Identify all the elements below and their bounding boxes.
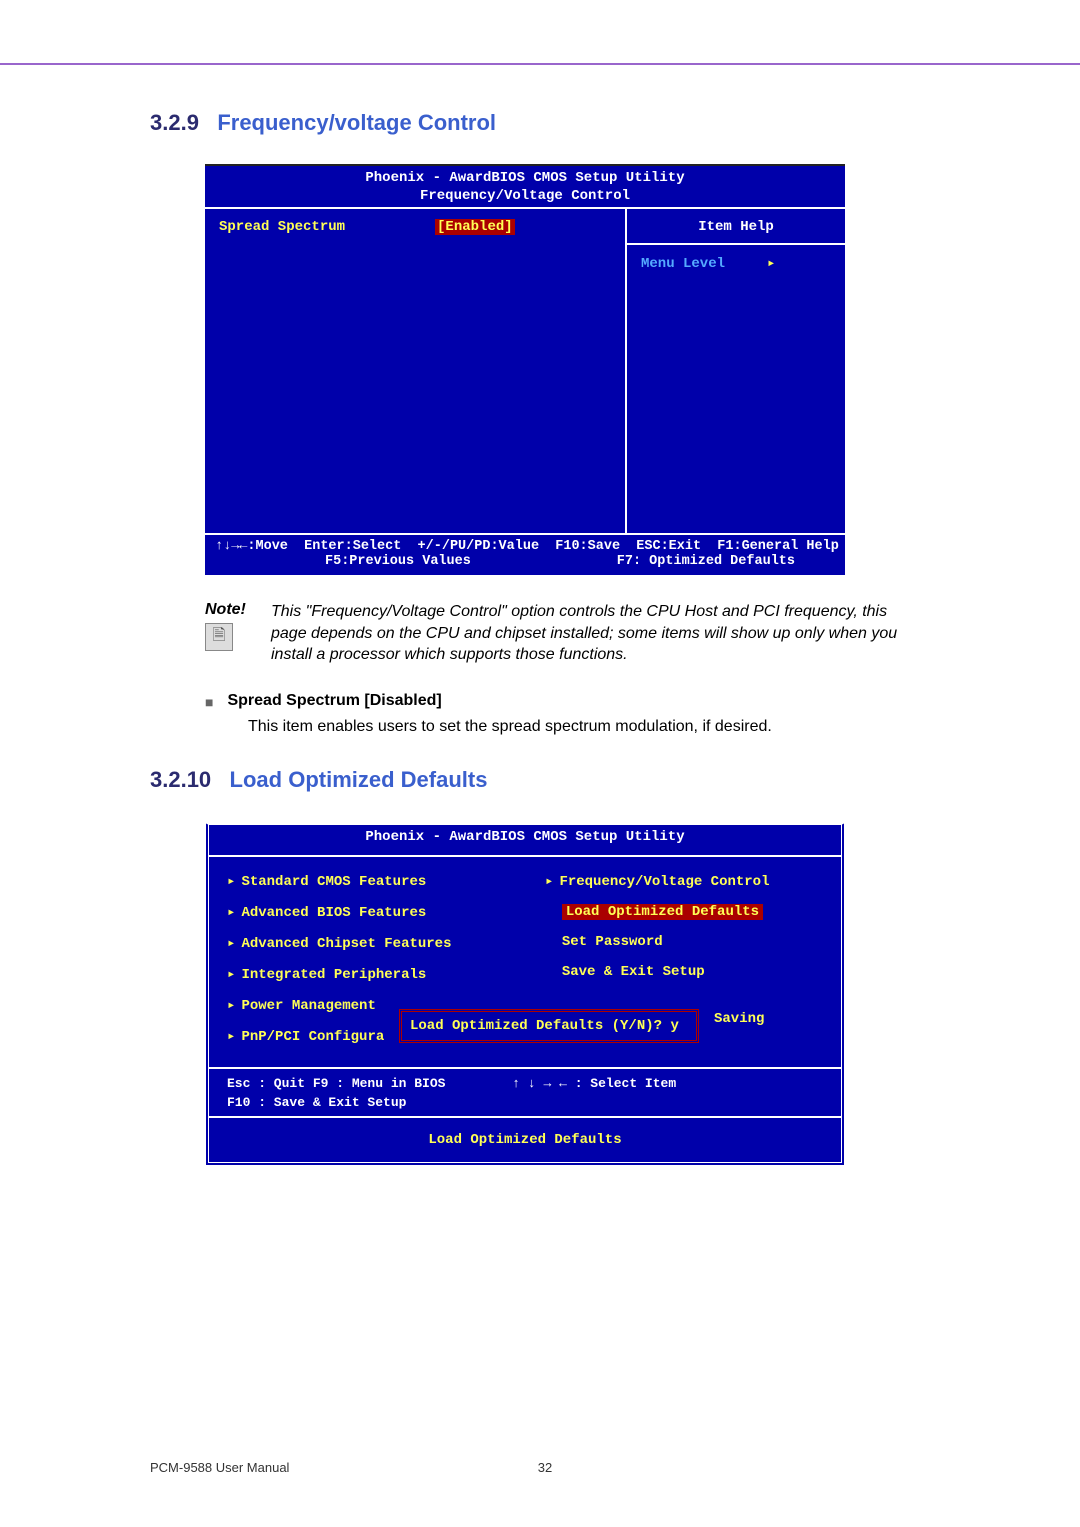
footer-page-number: 32 — [525, 1460, 565, 1475]
triangle-icon: ▸ — [545, 874, 553, 890]
square-bullet-icon: ■ — [205, 694, 213, 710]
note-label: Note! — [205, 601, 253, 619]
menu-item-advanced-chipset: ▸ Advanced Chipset Features — [227, 935, 505, 952]
menu-label: Frequency/Voltage Control — [559, 874, 769, 890]
bios1-title-line2: Frequency/Voltage Control — [205, 188, 845, 206]
triangle-icon: ▸ — [227, 998, 235, 1014]
keys-f10: F10 : Save & Exit Setup — [227, 1094, 823, 1112]
bullet-description: This item enables users to set the sprea… — [248, 716, 940, 738]
triangle-icon: ▸ — [227, 1029, 235, 1045]
menu-item-integrated-peripherals: ▸ Integrated Peripherals — [227, 966, 505, 983]
arrow-right-icon: ▸ — [767, 256, 775, 272]
bios2-title: Phoenix - AwardBIOS CMOS Setup Utility — [209, 825, 841, 857]
setting-value: [Enabled] — [435, 219, 515, 235]
menu-label: Advanced BIOS Features — [241, 905, 426, 921]
bios1-footer: ↑↓→←:Move Enter:Select +/-/PU/PD:Value F… — [205, 535, 845, 575]
menu-item-standard-cmos: ▸ Standard CMOS Features — [227, 873, 505, 890]
bios1-title-line1: Phoenix - AwardBIOS CMOS Setup Utility — [205, 170, 845, 188]
section-heading-load-defaults: 3.2.10 Load Optimized Defaults — [150, 767, 940, 793]
keys-arrows: ↑ ↓ → ← : Select Item — [512, 1075, 676, 1093]
menu-item-save-exit: Save & Exit Setup — [545, 964, 823, 980]
menu-level-label: Menu Level — [641, 256, 725, 272]
item-help-header: Item Help — [627, 209, 845, 245]
menu-label: Standard CMOS Features — [241, 874, 426, 890]
footer-manual-name: PCM-9588 User Manual — [150, 1460, 525, 1475]
bios1-footer-optimized: F7: Optimized Defaults — [617, 554, 795, 569]
bios1-footer-prev: F5:Previous Values — [325, 554, 471, 569]
menu-item-advanced-bios: ▸ Advanced BIOS Features — [227, 904, 505, 921]
bios2-menu-grid: ▸ Standard CMOS Features ▸ Advanced BIOS F… — [209, 857, 841, 1067]
bios-screenshot-main-menu: Phoenix - AwardBIOS CMOS Setup Utility ▸… — [205, 823, 845, 1165]
triangle-icon: ▸ — [227, 936, 235, 952]
bullet-title: Spread Spectrum [Disabled] — [227, 692, 441, 710]
page-footer: PCM-9588 User Manual 32 — [150, 1460, 940, 1475]
triangle-icon: ▸ — [227, 874, 235, 890]
menu-label: Save & Exit Setup — [562, 964, 705, 980]
header-rule — [0, 63, 1080, 65]
bios-screenshot-frequency: Phoenix - AwardBIOS CMOS Setup Utility F… — [205, 164, 845, 575]
triangle-icon: ▸ — [227, 967, 235, 983]
section-number: 3.2.9 — [150, 110, 199, 135]
note-left: Note! 🗎 — [205, 601, 253, 666]
bios2-status-bar: Load Optimized Defaults — [209, 1116, 841, 1162]
setting-label: Spread Spectrum — [219, 219, 345, 235]
section-title: Frequency/voltage Control — [217, 110, 496, 135]
menu-item-load-defaults-selected: Load Optimized Defaults — [545, 904, 823, 920]
menu-item-frequency: ▸ Frequency/Voltage Control — [545, 873, 823, 890]
bios1-footer-keys: ↑↓→←:Move Enter:Select +/-/PU/PD:Value F… — [215, 539, 835, 554]
menu-label: Integrated Peripherals — [241, 967, 426, 983]
menu-item-set-password: Set Password — [545, 934, 823, 950]
menu-level-row: Menu Level ▸ — [627, 245, 845, 282]
menu-label-selected: Load Optimized Defaults — [562, 904, 763, 920]
bios1-settings-pane: Spread Spectrum [Enabled] — [205, 209, 627, 533]
bullet-spread-spectrum: ■ Spread Spectrum [Disabled] — [205, 692, 940, 710]
bios1-title: Phoenix - AwardBIOS CMOS Setup Utility F… — [205, 166, 845, 207]
bios2-key-help: Esc : Quit F9 : Menu in BIOS ↑ ↓ → ← : S… — [209, 1067, 841, 1115]
note-block: Note! 🗎 This "Frequency/Voltage Control"… — [205, 601, 905, 666]
saving-fragment: Saving — [714, 1011, 764, 1027]
section-number: 3.2.10 — [150, 767, 211, 792]
confirm-dialog: Load Optimized Defaults (Y/N)? y — [399, 1009, 699, 1043]
menu-label: Advanced Chipset Features — [241, 936, 451, 952]
menu-label: Power Management — [241, 998, 375, 1014]
keys-esc-f9: Esc : Quit F9 : Menu in BIOS — [227, 1075, 445, 1093]
page-content: 3.2.9 Frequency/voltage Control Phoenix … — [150, 110, 940, 1166]
menu-label: Set Password — [562, 934, 663, 950]
bios1-setting-row: Spread Spectrum [Enabled] — [219, 219, 611, 235]
bios1-body: Spread Spectrum [Enabled] Item Help Menu… — [205, 207, 845, 535]
section-heading-frequency: 3.2.9 Frequency/voltage Control — [150, 110, 940, 136]
note-text: This "Frequency/Voltage Control" option … — [271, 601, 905, 666]
menu-label: PnP/PCI Configura — [241, 1029, 384, 1045]
triangle-icon: ▸ — [227, 905, 235, 921]
document-icon: 🗎 — [213, 624, 226, 651]
bios1-help-pane: Item Help Menu Level ▸ — [627, 209, 845, 533]
note-icon: 🗎 — [205, 623, 233, 651]
section-title: Load Optimized Defaults — [230, 767, 488, 792]
